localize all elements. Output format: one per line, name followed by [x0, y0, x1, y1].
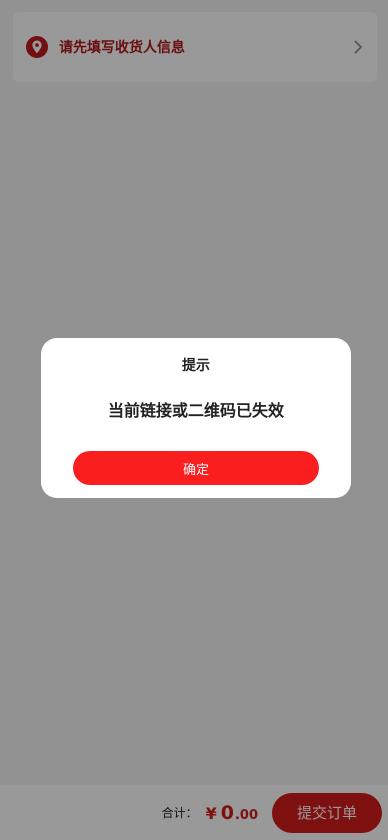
alert-dialog: 提示 当前链接或二维码已失效 确定	[41, 338, 351, 498]
dialog-message: 当前链接或二维码已失效	[107, 401, 284, 420]
dialog-title: 提示	[182, 358, 210, 374]
confirm-button[interactable]: 确定	[73, 451, 319, 485]
